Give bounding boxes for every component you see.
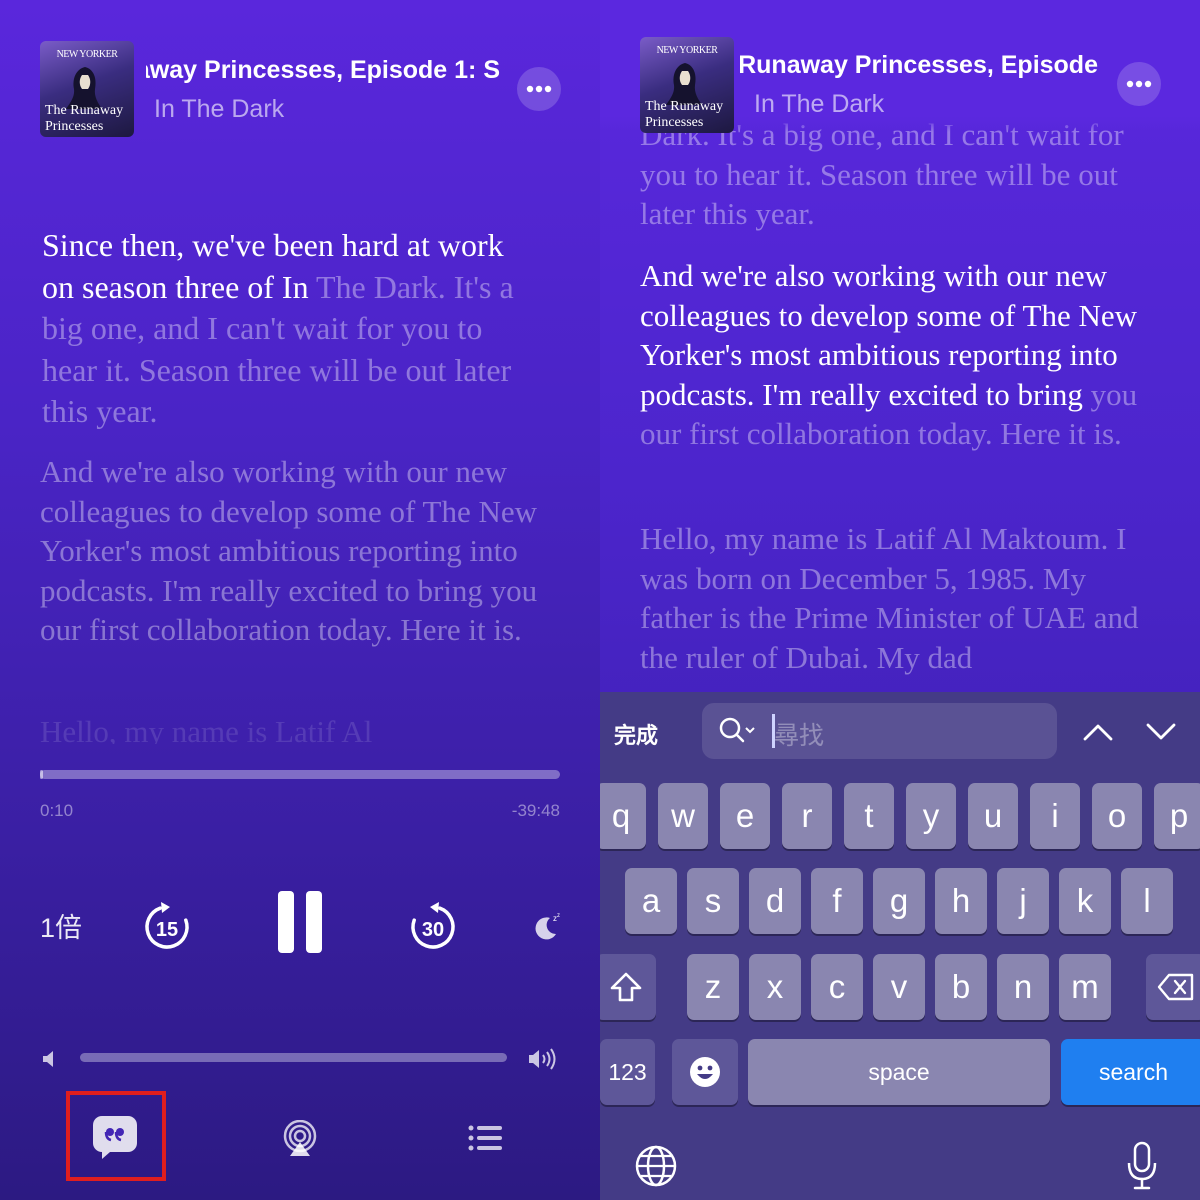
svg-text:z: z [557,913,560,919]
search-icon [719,717,755,743]
key-b[interactable]: b [935,954,987,1020]
svg-text:30: 30 [422,919,444,941]
next-result-button[interactable] [1143,714,1179,750]
more-options-button[interactable] [517,67,561,111]
microphone-icon [1127,1141,1157,1190]
key-m[interactable]: m [1059,954,1111,1020]
cover-title-line2: Princesses [645,115,704,130]
volume-low-icon [40,1048,60,1070]
playback-speed-button[interactable]: 1倍 [40,906,82,945]
podcast-cover[interactable]: NEW YORKER The Runaway Princesses [640,37,734,133]
chevron-up-icon [1083,724,1113,741]
key-n[interactable]: n [997,954,1049,1020]
lyrics-line[interactable]: And we're also working with our new coll… [40,452,560,650]
shift-arrow-icon [610,972,642,1002]
key-p[interactable]: p [1154,783,1200,849]
cover-title-line1: The Runaway [645,99,724,114]
lyrics-button-highlight [66,1091,166,1181]
cover-brand: NEW YORKER [656,45,718,56]
emoji-key[interactable] [672,1039,738,1105]
airplay-button[interactable] [280,1119,320,1157]
cover-title-line2: Princesses [45,119,104,134]
done-button[interactable]: 完成 [614,718,658,750]
key-l[interactable]: l [1121,868,1173,934]
skip-back-15-icon: 15 [145,902,189,949]
globe-key[interactable] [632,1142,680,1190]
key-u[interactable]: u [968,783,1018,849]
previous-result-button[interactable] [1080,714,1116,750]
volume-high-icon [526,1045,560,1073]
moon-sleep-icon: z z [535,913,560,940]
key-c[interactable]: c [811,954,863,1020]
skip-forward-button[interactable]: 30 [406,898,460,952]
up-next-button[interactable] [466,1121,504,1155]
key-f[interactable]: f [811,868,863,934]
dictation-key[interactable] [1122,1140,1162,1192]
key-i[interactable]: i [1030,783,1080,849]
search-key[interactable]: search [1061,1039,1200,1105]
show-name[interactable]: In The Dark [754,90,884,119]
ellipsis-icon [1126,80,1152,88]
search-placeholder: 尋找 [774,722,825,750]
backspace-icon [1157,973,1194,1001]
elapsed-time: 0:10 [40,801,74,820]
remaining-time: -39:48 [511,801,560,820]
emoji-smiley-icon [690,1057,720,1087]
more-options-button[interactable] [1117,62,1161,106]
numbers-key[interactable]: 123 [600,1039,655,1105]
space-key[interactable]: space [748,1039,1050,1105]
lyrics-search-panel: Dark. It's a big one, and I can't wait f… [600,0,1200,1200]
search-toolbar: 完成 尋找 [600,692,1200,772]
shift-key[interactable] [600,954,656,1020]
skip-back-button[interactable]: 15 [140,898,194,952]
cover-brand: NEW YORKER [56,49,118,60]
lyrics-line[interactable]: Hello, my name is Latif Al Maktoum. I wa… [640,519,1140,677]
svg-text:15: 15 [156,919,178,941]
chevron-down-icon [1146,723,1176,740]
lyrics-search-input[interactable]: 尋找 [702,703,1057,759]
now-playing-panel: NEW YORKER The Runaway Princesses The Ru… [0,0,600,1200]
cover-title-line1: The Runaway [45,103,124,118]
skip-forward-30-icon: 30 [411,902,455,949]
key-s[interactable]: s [687,868,739,934]
airplay-icon [283,1120,317,1156]
key-t[interactable]: t [844,783,894,849]
ellipsis-icon [526,85,552,93]
key-w[interactable]: w [658,783,708,849]
pause-icon [278,891,322,953]
key-y[interactable]: y [906,783,956,849]
pause-button[interactable] [272,887,328,957]
lyrics-line-current[interactable]: And we're also working with our new coll… [640,256,1170,454]
key-o[interactable]: o [1092,783,1142,849]
backspace-key[interactable] [1146,954,1200,1020]
key-e[interactable]: e [720,783,770,849]
podcast-cover[interactable]: NEW YORKER The Runaway Princesses [40,41,134,137]
key-h[interactable]: h [935,868,987,934]
lyrics-line[interactable]: Hello, my name is Latif Al [40,712,560,744]
key-x[interactable]: x [749,954,801,1020]
lyrics-line-current[interactable]: Since then, we've been hard at work on s… [42,225,522,433]
episode-title[interactable]: The Runaway Princesses, Episode 1: S [146,56,500,85]
key-r[interactable]: r [782,783,832,849]
globe-icon [635,1145,677,1187]
volume-slider[interactable] [80,1053,507,1062]
key-d[interactable]: d [749,868,801,934]
key-z[interactable]: z [687,954,739,1020]
playback-progress-slider[interactable] [40,770,560,779]
show-name[interactable]: In The Dark [154,95,284,124]
queue-list-icon [468,1125,502,1151]
playback-progress-fill [40,770,43,779]
on-screen-keyboard: 完成 尋找 qwertyuiop asdfghjkl zxcvbnm 123 s… [600,692,1200,1200]
key-k[interactable]: k [1059,868,1111,934]
key-v[interactable]: v [873,954,925,1020]
key-j[interactable]: j [997,868,1049,934]
key-a[interactable]: a [625,868,677,934]
sleep-timer-button[interactable]: z z [530,908,564,942]
key-g[interactable]: g [873,868,925,934]
episode-title[interactable]: The Runaway Princesses, Episode [740,51,1098,80]
key-q[interactable]: q [600,783,646,849]
